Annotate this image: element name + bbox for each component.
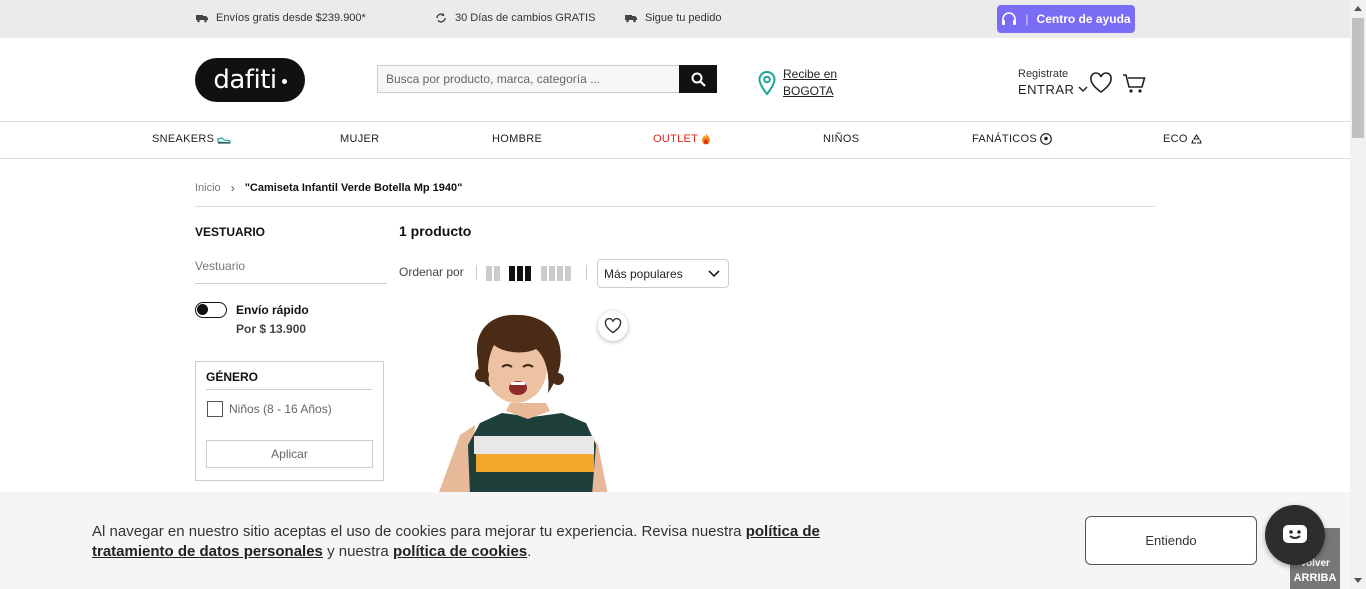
headset-icon (1002, 11, 1017, 25)
cookie-text: y nuestra (322, 543, 393, 560)
search-bar (377, 65, 717, 93)
scroll-down-arrow[interactable] (1354, 578, 1362, 583)
search-icon (691, 72, 706, 87)
truck-icon (196, 15, 208, 23)
scroll-up-arrow[interactable] (1354, 6, 1362, 11)
breadcrumb: Inicio › "Camiseta Infantil Verde Botell… (195, 181, 462, 195)
category-link[interactable]: Vestuario (195, 259, 387, 284)
chevron-down-icon (1078, 86, 1088, 93)
soccer-ball-icon (1040, 133, 1052, 145)
exchange-icon (436, 13, 446, 23)
grid-4-columns-option[interactable] (541, 266, 571, 281)
sort-value: Más populares (604, 266, 683, 281)
grid-3-columns-option[interactable] (509, 266, 531, 281)
cart-button[interactable] (1122, 74, 1146, 99)
cookie-text: Al navegar en nuestro sitio aceptas el u… (92, 523, 746, 540)
category-title: VESTUARIO (195, 225, 266, 239)
cookie-banner: Al navegar en nuestro sitio aceptas el u… (0, 492, 1350, 589)
help-separator: | (1025, 12, 1029, 26)
track-order-promo[interactable]: Sigue tu pedido (625, 12, 721, 24)
filter-title: GÉNERO (206, 370, 372, 390)
breadcrumb-separator: › (230, 181, 235, 195)
toggle-knob (197, 304, 208, 315)
help-center-button[interactable]: | Centro de ayuda (997, 5, 1135, 33)
search-input[interactable] (377, 65, 679, 93)
fast-shipping-price: Por $ 13.900 (236, 322, 307, 336)
logo-text: dafiti (213, 65, 277, 95)
sort-select[interactable]: Más populares (597, 259, 729, 288)
nav-label: ECO (1163, 133, 1188, 145)
fast-shipping-label: Envío rápido (236, 303, 309, 317)
back-to-top-label: ARRIBA (1293, 572, 1337, 584)
breadcrumb-current: "Camiseta Infantil Verde Botella Mp 1940… (244, 182, 463, 194)
results-count: 1 producto (399, 223, 472, 239)
login-dropdown[interactable]: ENTRAR (1018, 82, 1088, 97)
nav-item-mujer[interactable]: MUJER (340, 133, 379, 145)
scroll-thumb[interactable] (1352, 18, 1364, 138)
chevron-down-icon (708, 269, 720, 277)
promo-text: Envíos gratis desde $239.900* (216, 12, 366, 24)
cookie-text: . (527, 543, 532, 560)
top-promo-bar: Envíos gratis desde $239.900* 30 Días de… (0, 0, 1350, 38)
cart-icon (1123, 74, 1146, 93)
category-nav: SNEAKERS MUJER HOMBRE OUTLET NIÑOS FANÁT… (0, 122, 1350, 159)
promo-text: Sigue tu pedido (645, 12, 722, 24)
accept-cookies-button[interactable]: Entiendo (1085, 516, 1257, 565)
add-to-wishlist-button[interactable] (598, 311, 628, 341)
location-label: Recibe en (783, 67, 838, 81)
sort-label: Ordenar por (399, 265, 464, 279)
site-header: dafiti Recibe en BOGOTA Registrate ENTRA… (0, 38, 1350, 122)
nav-item-outlet[interactable]: OUTLET (653, 133, 711, 145)
login-label: ENTRAR (1018, 82, 1075, 97)
grid-2-columns-option[interactable] (486, 266, 500, 281)
heart-icon (604, 318, 622, 334)
nav-label: OUTLET (653, 133, 699, 145)
location-text: Recibe en BOGOTA (783, 66, 837, 100)
logo-dot (281, 78, 287, 84)
promo-text: 30 Días de cambios GRATIS (455, 12, 596, 24)
filter-checkbox[interactable] (207, 401, 223, 417)
breadcrumb-home[interactable]: Inicio (195, 182, 221, 194)
nav-label: FANÁTICOS (972, 133, 1038, 145)
location-city: BOGOTA (783, 84, 834, 98)
wishlist-button[interactable] (1089, 72, 1113, 99)
location-pin-icon (758, 70, 776, 96)
nav-label: MUJER (340, 133, 380, 145)
filter-option-ninos[interactable]: Niños (8 - 16 Años) (207, 401, 332, 417)
nav-item-sneakers[interactable]: SNEAKERS (152, 133, 231, 145)
apply-filter-button[interactable]: Aplicar (206, 440, 373, 468)
fast-shipping-toggle[interactable] (195, 302, 227, 318)
sneaker-icon (217, 136, 231, 144)
page-scrollbar[interactable] (1350, 0, 1366, 589)
free-shipping-promo[interactable]: Envíos gratis desde $239.900* (196, 12, 366, 24)
truck-icon (625, 15, 637, 23)
sort-divider (476, 265, 477, 280)
register-link[interactable]: Registrate (1018, 68, 1088, 80)
nav-label: SNEAKERS (152, 133, 215, 145)
sort-divider (586, 265, 587, 280)
nav-item-eco[interactable]: ECO (1163, 133, 1202, 145)
dafiti-logo[interactable]: dafiti (195, 58, 305, 102)
help-label: Centro de ayuda (1036, 12, 1131, 26)
nav-item-fanaticos[interactable]: FANÁTICOS (972, 133, 1052, 145)
account-menu[interactable]: Registrate ENTRAR (1018, 68, 1088, 97)
search-button[interactable] (679, 65, 717, 93)
nav-label: NIÑOS (823, 133, 860, 145)
recycle-icon (1190, 133, 1202, 144)
chat-button[interactable] (1265, 505, 1325, 565)
nav-item-ninos[interactable]: NIÑOS (823, 133, 859, 145)
delivery-location[interactable]: Recibe en BOGOTA (757, 66, 837, 100)
cookie-message: Al navegar en nuestro sitio aceptas el u… (92, 522, 892, 562)
heart-icon (1090, 72, 1112, 93)
nav-label: HOMBRE (492, 133, 543, 145)
gender-filter: GÉNERO Niños (8 - 16 Años) Aplicar (195, 361, 384, 481)
breadcrumb-divider (195, 206, 1155, 207)
fire-icon (702, 133, 711, 145)
chat-bot-icon (1283, 525, 1307, 543)
filter-option-label: Niños (8 - 16 Años) (229, 402, 332, 416)
nav-item-hombre[interactable]: HOMBRE (492, 133, 542, 145)
returns-promo[interactable]: 30 Días de cambios GRATIS (435, 12, 595, 24)
cookie-policy-link[interactable]: política de cookies (393, 543, 527, 560)
